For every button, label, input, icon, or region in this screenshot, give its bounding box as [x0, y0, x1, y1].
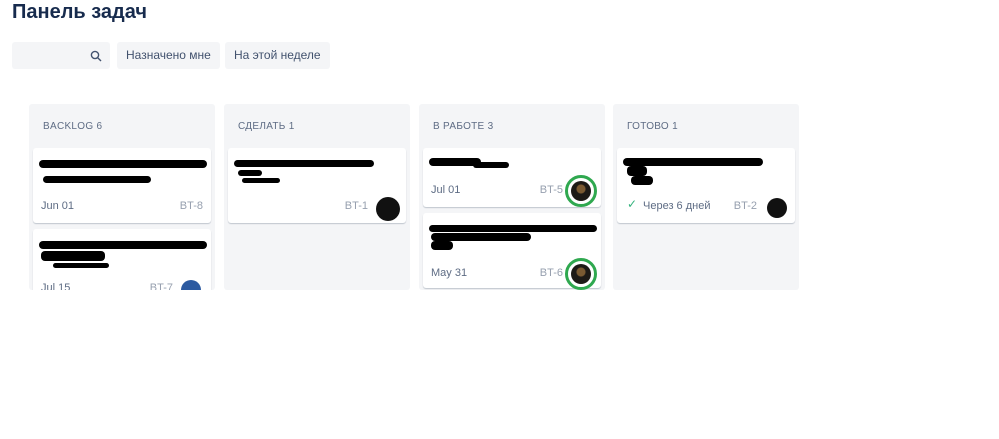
redacted-summary	[53, 263, 109, 268]
card-key: BT-1	[344, 200, 368, 212]
redacted-summary	[627, 166, 647, 176]
card-key: BT-6	[539, 267, 563, 279]
redacted-summary	[39, 160, 207, 168]
column-header: BACKLOG 6	[43, 121, 103, 132]
search-input[interactable]	[12, 42, 110, 69]
user-avatar-icon[interactable]	[767, 198, 787, 218]
redacted-summary	[623, 158, 763, 166]
task-card[interactable]: Jul 01 BT-5	[423, 148, 601, 207]
redacted-summary	[238, 170, 262, 176]
task-card[interactable]: ✓ Через 6 дней BT-2	[617, 148, 795, 223]
page-title: Панель задач	[12, 1, 147, 23]
search-icon	[90, 50, 102, 62]
column-backlog: BACKLOG 6 Jun 01 BT-8 Jul 15 BT-7	[29, 104, 215, 290]
redacted-summary	[39, 241, 207, 249]
column-header: В РАБОТЕ 3	[433, 121, 494, 132]
column-header: СДЕЛАТЬ 1	[238, 121, 295, 132]
highlight-circle	[565, 175, 597, 207]
highlight-circle	[565, 258, 597, 290]
column-done: ГОТОВО 1 ✓ Через 6 дней BT-2	[613, 104, 799, 290]
card-date: Jul 15	[41, 282, 71, 290]
redacted-summary	[234, 160, 374, 167]
board: BACKLOG 6 Jun 01 BT-8 Jul 15 BT-7 СДЕЛАТ…	[0, 104, 999, 290]
task-card[interactable]: BT-1	[228, 148, 406, 223]
card-key: BT-2	[733, 200, 757, 212]
redacted-summary	[473, 162, 509, 168]
redacted-summary	[41, 251, 105, 261]
card-date: Jun 01	[41, 200, 75, 212]
card-date: May 31	[431, 267, 468, 279]
card-date: Jul 01	[431, 184, 461, 196]
column-todo: СДЕЛАТЬ 1 BT-1	[224, 104, 410, 290]
column-header: ГОТОВО 1	[627, 121, 678, 132]
user-avatar-icon[interactable]	[181, 280, 201, 290]
redacted-summary	[431, 241, 453, 250]
card-key: BT-7	[149, 282, 173, 290]
redacted-summary	[631, 176, 653, 185]
filter-assigned-to-me[interactable]: Назначено мне	[117, 42, 220, 69]
card-due-text: Через 6 дней	[643, 200, 711, 212]
redacted-summary	[431, 233, 531, 241]
column-in-progress: В РАБОТЕ 3 Jul 01 BT-5 May 31 BT-6	[419, 104, 605, 290]
user-avatar-icon[interactable]	[376, 197, 400, 221]
card-key: BT-5	[539, 184, 563, 196]
filter-this-week[interactable]: На этой неделе	[225, 42, 330, 69]
check-icon: ✓	[627, 197, 638, 211]
redacted-summary	[242, 178, 280, 183]
task-card[interactable]: Jun 01 BT-8	[33, 148, 211, 223]
redacted-summary	[43, 176, 151, 183]
task-card[interactable]: Jul 15 BT-7	[33, 229, 211, 290]
card-key: BT-8	[179, 200, 203, 212]
task-card[interactable]: May 31 BT-6	[423, 213, 601, 290]
redacted-summary	[429, 225, 597, 232]
